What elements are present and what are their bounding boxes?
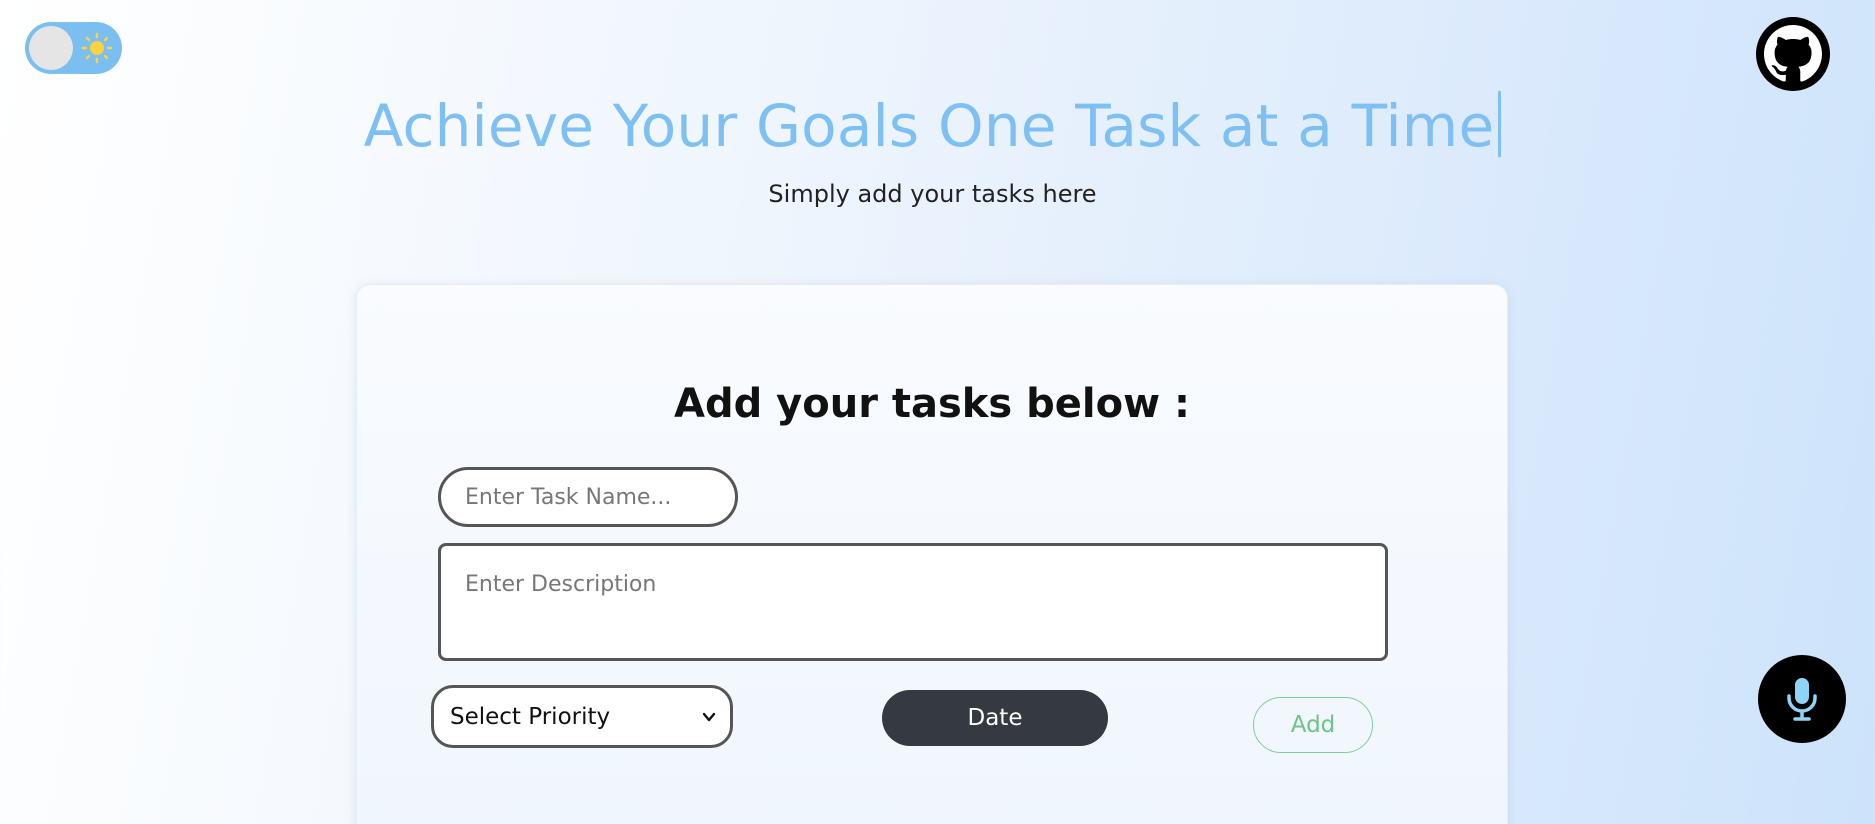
page-title: Achieve Your Goals One Task at a Time [0,90,1865,163]
page-title-text: Achieve Your Goals One Task at a Time [363,92,1495,160]
voice-input-button[interactable] [1758,655,1846,743]
github-link[interactable] [1756,17,1830,91]
typing-caret [1498,90,1502,157]
task-name-input[interactable] [438,467,738,527]
page-subtitle: Simply add your tasks here [768,180,1097,208]
theme-toggle[interactable] [25,22,122,74]
priority-select[interactable]: Select Priority [431,685,733,748]
github-icon [1764,25,1822,82]
chevron-down-icon [702,712,716,722]
add-task-button[interactable]: Add [1253,697,1373,753]
microphone-icon [1787,678,1817,721]
task-description-input[interactable] [438,543,1388,661]
sun-icon [81,32,113,64]
toggle-knob [29,26,73,70]
task-form-card: Add your tasks below : Select Priority D… [356,284,1508,824]
date-button[interactable]: Date [882,690,1108,746]
priority-select-value: Select Priority [450,703,611,730]
form-heading: Add your tasks below : [674,381,1190,427]
